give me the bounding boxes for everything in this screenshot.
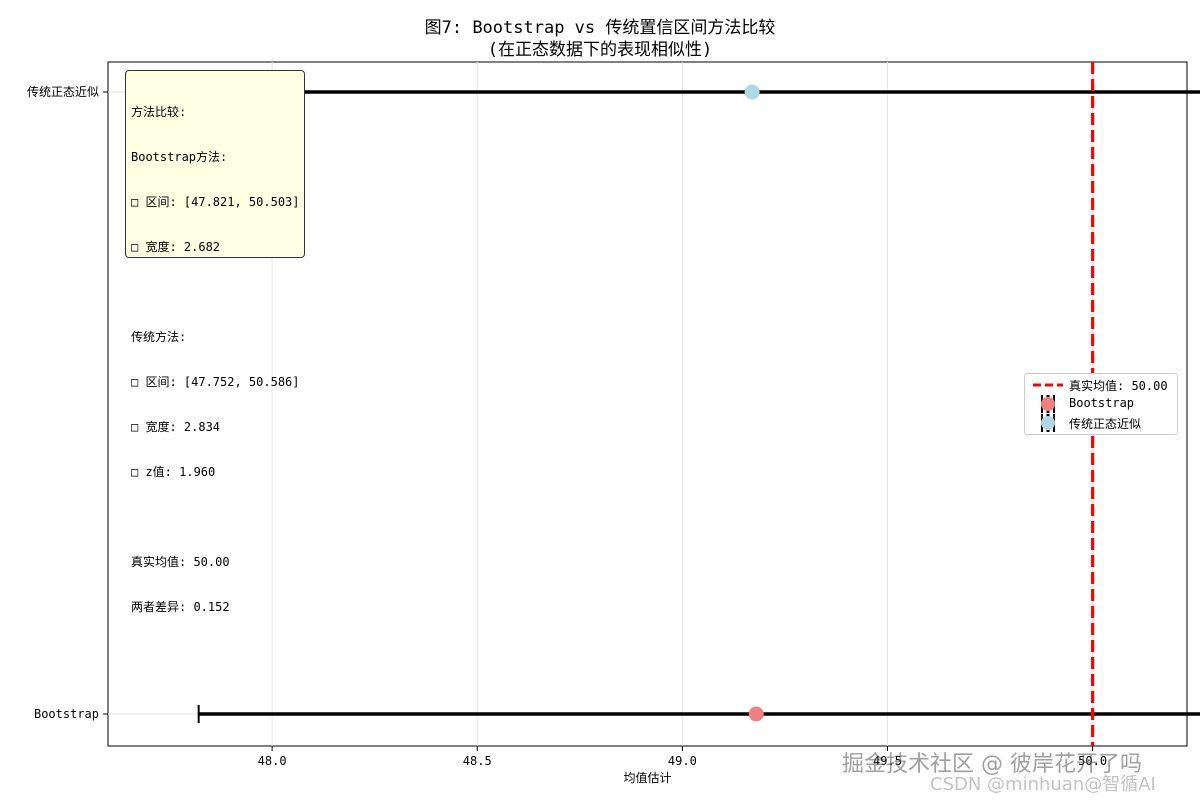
info-line: 两者差异: 0.152: [131, 600, 230, 614]
info-line: 方法比较:: [131, 105, 187, 119]
info-line: □ 区间: [47.821, 50.503]: [131, 195, 300, 209]
legend-label: 真实均值: 50.00: [1069, 379, 1168, 393]
y-tick-label: 传统正态近似: [27, 84, 99, 99]
x-tick-label: 48.0: [258, 754, 287, 768]
legend-label: 传统正态近似: [1069, 417, 1142, 431]
info-line: □ 宽度: 2.682: [131, 240, 221, 254]
x-axis-label: 均值估计: [623, 770, 671, 785]
info-line: [131, 510, 299, 525]
point-estimate-marker: [744, 84, 760, 100]
legend-item-true-mean: 真实均值: 50.00: [1025, 376, 1177, 394]
x-tick-label: 49.0: [668, 754, 697, 768]
chart-subtitle: (在正态数据下的表现相似性): [487, 40, 713, 60]
info-line: □ 区间: [47.752, 50.586]: [131, 375, 300, 389]
info-line: 真实均值: 50.00: [131, 555, 230, 569]
x-tick-label: 48.5: [463, 754, 492, 768]
info-line: Bootstrap方法:: [131, 150, 228, 164]
info-line: [131, 285, 299, 300]
method-comparison-box: 方法比较: Bootstrap方法: □ 区间: [47.821, 50.503…: [125, 70, 305, 614]
info-line: □ 宽度: 2.834: [131, 420, 221, 434]
chart-legend: 真实均值: 50.00 Bootstrap 传统正态近似: [1024, 373, 1178, 435]
errorbar-marker-icon: [1041, 414, 1055, 432]
legend-label: Bootstrap: [1069, 396, 1135, 410]
legend-item-traditional: 传统正态近似: [1025, 414, 1177, 432]
info-line: 传统方法:: [131, 330, 187, 344]
watermark-csdn: CSDN @minhuan@智循AI: [930, 774, 1156, 795]
info-line: □ z值: 1.960: [131, 465, 216, 479]
legend-item-bootstrap: Bootstrap: [1025, 395, 1177, 413]
point-estimate-marker: [748, 706, 764, 722]
dashed-line-icon: [1033, 383, 1063, 387]
y-tick-label: Bootstrap: [34, 707, 99, 721]
errorbar-marker-icon: [1041, 395, 1055, 413]
